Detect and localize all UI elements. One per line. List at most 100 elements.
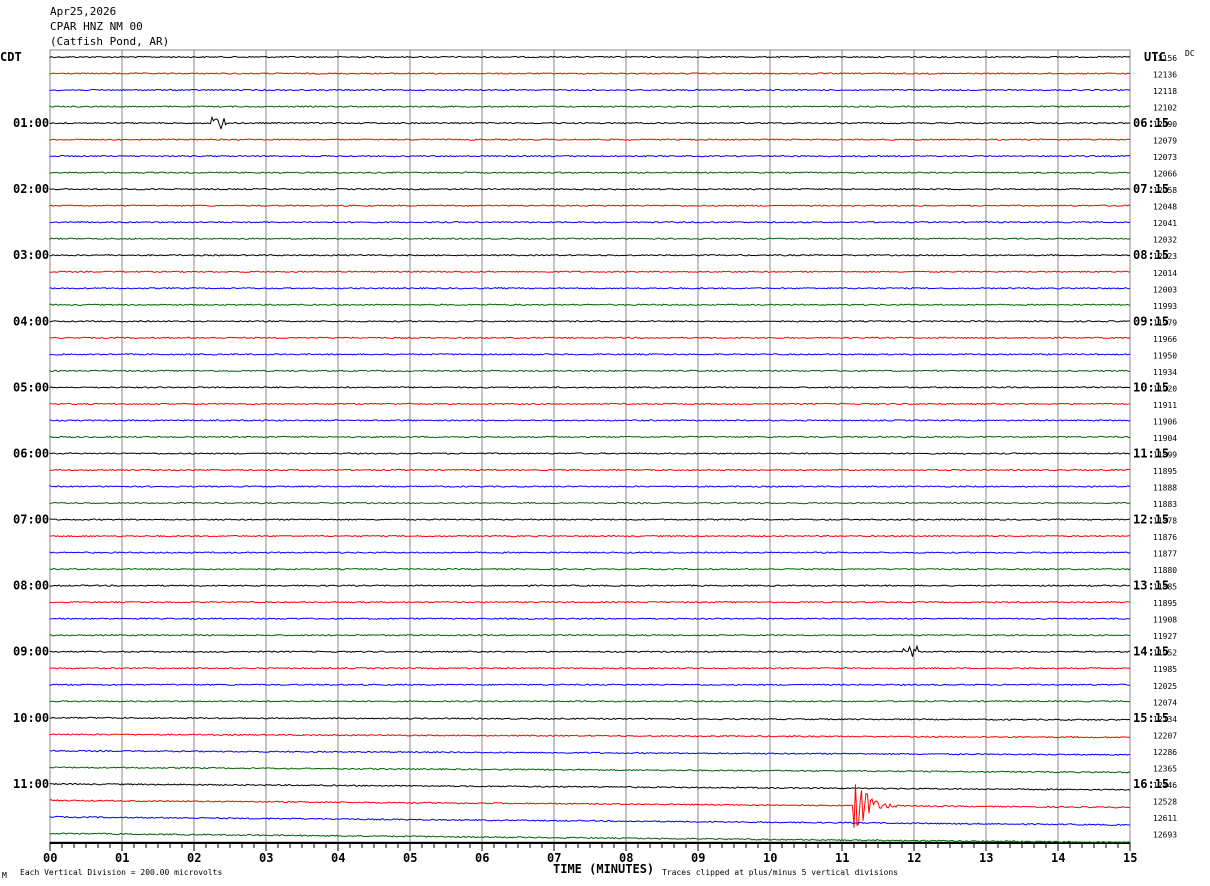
helicorder-chart: CDT UTC DC TIME (MINUTES) Each Vertical …: [0, 49, 1195, 880]
seismic-trace: [49, 584, 1131, 587]
right-hour-label: 10:15: [1133, 380, 1169, 394]
dc-value: 12073: [1153, 153, 1177, 162]
seismic-trace: [49, 534, 1130, 538]
seismic-trace: [49, 644, 1130, 657]
right-hour-label: 13:15: [1133, 579, 1169, 593]
seismic-trace: [49, 270, 1131, 274]
x-tick-label: 01: [115, 851, 129, 865]
left-hour-label: 11:00: [13, 777, 49, 791]
dc-value: 11906: [1153, 417, 1177, 426]
dc-value: 12041: [1153, 219, 1177, 228]
dc-value: 12365: [1153, 764, 1177, 773]
dc-value: 11883: [1153, 500, 1177, 509]
dc-value: 11877: [1153, 550, 1177, 559]
dc-value: 11908: [1153, 616, 1177, 625]
seismic-trace: [49, 154, 1131, 158]
left-hour-label: 10:00: [13, 711, 49, 725]
right-hour-label: 15:15: [1133, 711, 1169, 725]
left-timezone-label: CDT: [0, 50, 22, 64]
scale-note: Each Vertical Division = 200.00 microvol…: [20, 868, 222, 877]
seismic-trace: [49, 55, 1131, 59]
seismic-trace: [49, 551, 1131, 554]
dc-value: 11911: [1153, 401, 1177, 410]
seismic-trace: [49, 666, 1131, 670]
dc-value: 11950: [1153, 351, 1177, 360]
x-tick-label: 05: [403, 851, 417, 865]
seismic-trace: [49, 815, 1131, 826]
seismic-trace: [49, 115, 1131, 131]
dc-value: 12528: [1153, 797, 1177, 806]
left-hour-label: 01:00: [13, 116, 49, 130]
seismic-trace: [49, 600, 1131, 604]
dc-value: 11985: [1153, 665, 1177, 674]
x-tick-label: 03: [259, 851, 273, 865]
seismic-trace: [49, 286, 1131, 290]
dc-value: 11876: [1153, 533, 1177, 542]
left-hour-label: 04:00: [13, 314, 49, 328]
seismic-trace: [49, 485, 1131, 488]
dc-value: 11934: [1153, 368, 1177, 377]
seismic-trace: [49, 716, 1131, 721]
dc-value: 11993: [1153, 302, 1177, 311]
seismic-trace: [49, 567, 1131, 571]
dc-value: 11888: [1153, 484, 1177, 493]
seismic-trace: [49, 699, 1131, 703]
seismic-trace: [49, 733, 1131, 739]
seismic-trace: [49, 72, 1131, 75]
dc-value: 12048: [1153, 203, 1177, 212]
dc-value: 12025: [1153, 682, 1177, 691]
x-tick-label: 06: [475, 851, 489, 865]
x-tick-label: 11: [835, 851, 849, 865]
seismic-trace: [49, 88, 1131, 92]
seismic-trace: [49, 303, 1131, 307]
left-hour-label: 02:00: [13, 182, 49, 196]
seismic-trace: [49, 220, 1131, 224]
dc-value: 11927: [1153, 632, 1177, 641]
plot-frame: [49, 49, 1131, 843]
dc-value: 12032: [1153, 236, 1177, 245]
right-hour-label: 12:15: [1133, 513, 1169, 527]
x-tick-label: 09: [691, 851, 705, 865]
x-tick-label: 02: [187, 851, 201, 865]
seismic-trace: [49, 518, 1131, 521]
dc-value: 11966: [1153, 335, 1177, 344]
seismic-trace: [49, 766, 1131, 774]
dc-value: 12156: [1153, 54, 1177, 63]
seismic-trace: [49, 253, 1131, 257]
x-axis-label: TIME (MINUTES): [553, 862, 654, 876]
left-hour-label: 07:00: [13, 513, 49, 527]
dc-value: 11880: [1153, 566, 1177, 575]
seismic-trace: [49, 204, 1131, 207]
seismic-trace: [49, 353, 1131, 356]
dc-value: 12079: [1153, 137, 1177, 146]
x-tick-label: 14: [1051, 851, 1065, 865]
dc-header: DC: [1185, 49, 1195, 58]
seismic-trace: [49, 683, 1131, 687]
x-tick-label: 13: [979, 851, 993, 865]
seismic-trace: [49, 237, 1131, 241]
seismic-trace: [49, 782, 1131, 791]
left-hour-label: 03:00: [13, 248, 49, 262]
seismic-trace: [49, 435, 1131, 439]
dc-value: 12286: [1153, 748, 1177, 757]
seismic-trace: [49, 468, 1131, 472]
corner-mark: M: [2, 871, 7, 880]
x-tick-label: 00: [43, 851, 57, 865]
dc-value: 12003: [1153, 285, 1177, 294]
right-hour-label: 06:15: [1133, 116, 1169, 130]
x-tick-label: 04: [331, 851, 345, 865]
dc-value: 12693: [1153, 830, 1177, 839]
seismic-trace: [49, 617, 1131, 620]
right-hour-label: 16:15: [1133, 777, 1169, 791]
x-tick-label: 15: [1123, 851, 1137, 865]
dc-value: 12611: [1153, 814, 1177, 823]
right-hour-label: 14:15: [1133, 645, 1169, 659]
seismic-trace: [49, 501, 1131, 505]
seismic-trace: [49, 749, 1131, 757]
seismic-trace: [49, 138, 1131, 141]
seismic-trace: [49, 832, 1131, 844]
seismic-trace: [49, 171, 1131, 174]
x-tick-label: 10: [763, 851, 777, 865]
dc-value: 12014: [1153, 269, 1177, 278]
left-hour-label: 09:00: [13, 645, 49, 659]
